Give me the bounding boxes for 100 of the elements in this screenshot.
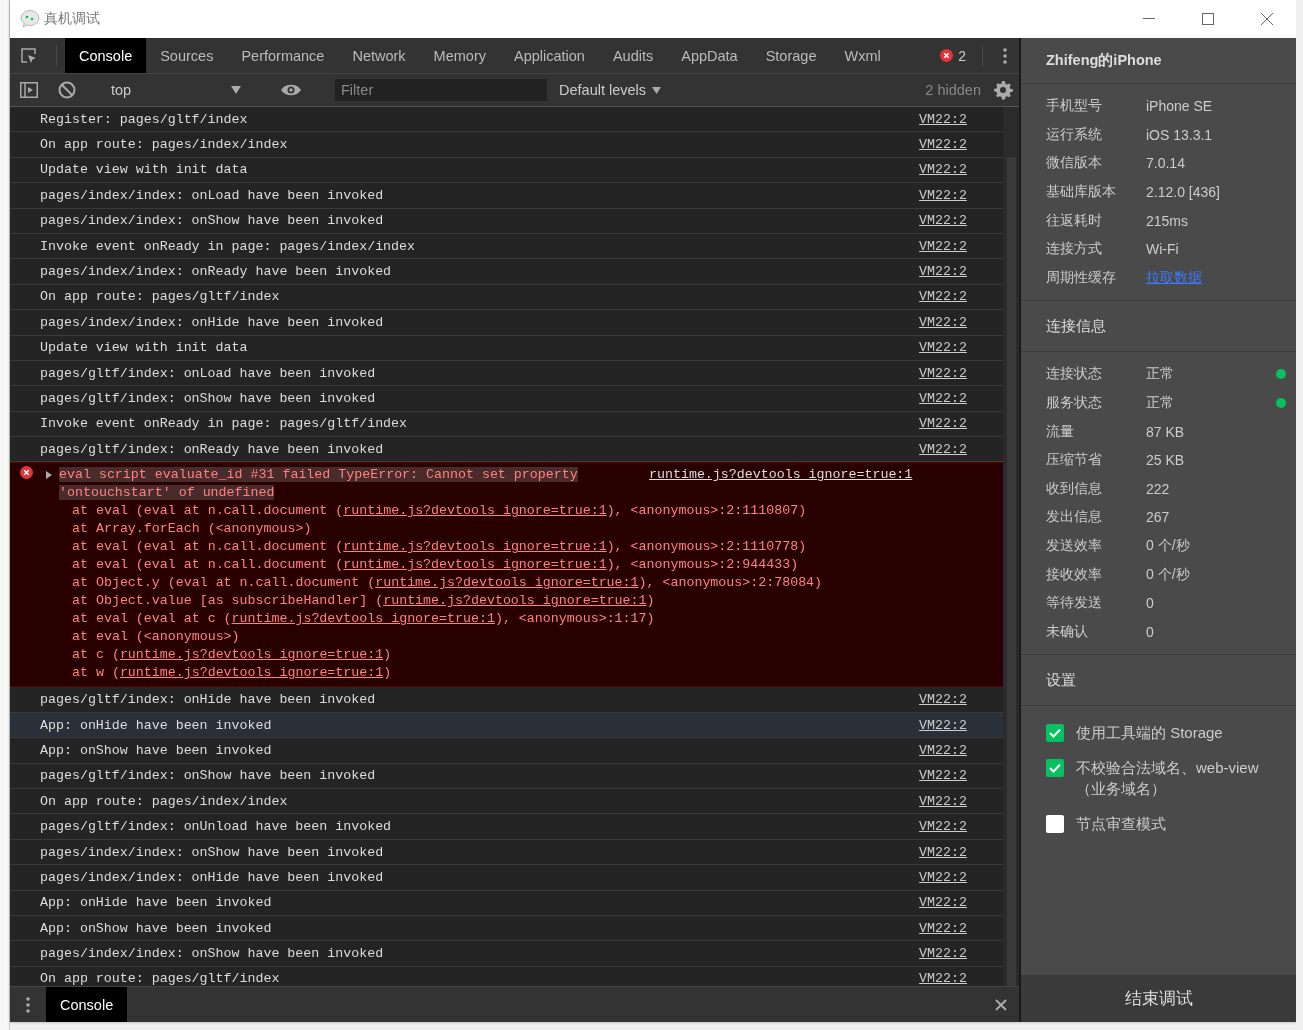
log-message: On app route: pages/gltf/index xyxy=(40,971,281,986)
source-link[interactable]: VM22:2 xyxy=(919,137,967,153)
source-link[interactable]: VM22:2 xyxy=(919,365,967,381)
info-value: 0 个/秒 xyxy=(1146,565,1191,584)
filter-field[interactable]: Filter xyxy=(335,79,547,101)
info-label: 发送效率 xyxy=(1046,537,1103,555)
info-value: Wi-Fi xyxy=(1146,241,1180,258)
source-link[interactable]: VM22:2 xyxy=(919,340,967,356)
checkbox[interactable] xyxy=(1046,815,1064,834)
devtools-tab[interactable]: Memory xyxy=(419,38,500,73)
error-icon xyxy=(20,466,33,480)
source-link[interactable]: runtime.js?devtools_ignore=true:1 xyxy=(649,466,913,485)
source-link[interactable]: VM22:2 xyxy=(919,869,967,885)
source-link[interactable]: runtime.js?devtools_ignore=true:1 xyxy=(231,611,495,627)
end-debug-button[interactable]: 结束调试 xyxy=(1021,975,1296,1022)
info-label: 压缩节省 xyxy=(1046,451,1103,470)
info-label: 连接状态 xyxy=(1046,365,1103,384)
devtools-tab[interactable]: Audits xyxy=(598,38,668,73)
source-link[interactable]: runtime.js?devtools_ignore=true:1 xyxy=(343,503,607,519)
source-link[interactable]: VM22:2 xyxy=(919,111,967,127)
source-link[interactable]: runtime.js?devtools_ignore=true:1 xyxy=(343,539,607,555)
log-message: pages/gltf/index: onShow have been invoked xyxy=(40,391,377,406)
source-link[interactable]: runtime.js?devtools_ignore=true:1 xyxy=(119,665,384,681)
dropdown-caret-icon[interactable] xyxy=(652,86,662,94)
source-link[interactable]: VM22:2 xyxy=(919,819,967,835)
info-value: 7.0.14 xyxy=(1146,155,1186,172)
source-link[interactable]: VM22:2 xyxy=(919,971,967,986)
hidden-count: 2 hidden xyxy=(924,82,982,98)
setting-label: 节点审查模式 xyxy=(1076,814,1166,835)
info-label: 接收效率 xyxy=(1046,565,1103,584)
info-value: iOS 13.3.1 xyxy=(1146,126,1214,143)
info-label: 运行系统 xyxy=(1046,125,1103,144)
source-link[interactable]: runtime.js?devtools_ignore=true:1 xyxy=(119,647,384,663)
source-link[interactable]: VM22:2 xyxy=(919,238,967,254)
stack-trace-line: at eval (<anonymous>) xyxy=(71,628,241,647)
expand-arrow-icon[interactable] xyxy=(45,470,53,481)
info-label: 流量 xyxy=(1046,422,1075,441)
maximize-icon[interactable] xyxy=(1201,13,1214,25)
source-link[interactable]: VM22:2 xyxy=(919,162,967,178)
close-icon[interactable] xyxy=(1260,13,1273,25)
source-link[interactable]: runtime.js?devtools_ignore=true:1 xyxy=(383,593,647,609)
devtools-tab[interactable]: Application xyxy=(500,38,599,73)
source-link[interactable]: VM22:2 xyxy=(919,213,967,229)
error-count: 2 xyxy=(958,47,966,64)
devtools-tab[interactable]: Network xyxy=(338,38,420,73)
source-link[interactable]: VM22:2 xyxy=(919,187,967,203)
source-link[interactable]: VM22:2 xyxy=(919,895,967,911)
source-link[interactable]: VM22:2 xyxy=(919,742,967,758)
log-levels-dropdown[interactable]: Default levels xyxy=(553,81,668,99)
source-link[interactable]: VM22:2 xyxy=(919,289,967,305)
log-message: pages/gltf/index: onUnload have been invoked xyxy=(40,819,393,835)
source-link[interactable]: VM22:2 xyxy=(919,946,967,962)
stack-trace-line: at Object.y (eval at n.call.document (runtime.js?devtools_ignore=true:1), <anonymous>:2:78084) xyxy=(71,574,824,593)
devtools-tab[interactable]: AppData xyxy=(667,38,752,73)
log-message: Invoke event onReady in page: pages/gltf/index xyxy=(40,416,409,432)
source-link[interactable]: VM22:2 xyxy=(919,717,967,733)
log-message: On app route: pages/gltf/index xyxy=(40,289,281,305)
source-link[interactable]: VM22:2 xyxy=(919,793,967,809)
info-label: 往返耗时 xyxy=(1046,211,1103,230)
source-link[interactable]: VM22:2 xyxy=(919,692,967,708)
source-link[interactable]: VM22:2 xyxy=(919,768,967,784)
source-link[interactable]: VM22:2 xyxy=(919,844,967,860)
info-value: 25 KB xyxy=(1146,452,1186,469)
log-message: Register: pages/gltf/index xyxy=(40,111,249,127)
source-link[interactable]: VM22:2 xyxy=(919,314,967,330)
dropdown-caret-icon[interactable] xyxy=(231,86,241,94)
drawer-tab[interactable]: Console xyxy=(46,987,128,1022)
devtools-tab[interactable]: Console xyxy=(65,38,147,73)
log-message: On app route: pages/index/index xyxy=(40,793,289,809)
info-label: 微信版本 xyxy=(1046,154,1103,173)
devtools-tab[interactable]: Storage xyxy=(751,38,831,73)
context-select[interactable]: top xyxy=(103,82,253,98)
info-value: 222 xyxy=(1146,480,1171,497)
info-label: 等待发送 xyxy=(1046,594,1103,613)
devtools-tab[interactable]: Wxml xyxy=(830,38,895,73)
stack-trace-line: at w (runtime.js?devtools_ignore=true:1) xyxy=(71,664,393,683)
log-message: pages/gltf/index: onReady have been invoked xyxy=(40,441,385,457)
info-value: 0 个/秒 xyxy=(1146,537,1191,555)
devtools-tab[interactable]: Sources xyxy=(146,38,228,73)
checkbox[interactable] xyxy=(1046,724,1064,743)
log-message: Update view with init data xyxy=(40,340,249,356)
info-value: iPhone SE xyxy=(1146,98,1214,115)
source-link[interactable]: runtime.js?devtools_ignore=true:1 xyxy=(343,557,607,573)
stack-trace-line: at eval (eval at n.call.document (runtime.js?devtools_ignore=true:1), <anonymous>:2:1110778) xyxy=(71,538,808,557)
devtools-tab[interactable]: Performance xyxy=(227,38,339,73)
info-value: 267 xyxy=(1146,509,1171,526)
log-message: pages/index/index: onShow have been invoked xyxy=(40,844,385,860)
checkbox[interactable] xyxy=(1046,759,1064,778)
stack-trace-line: at Object.value [as subscribeHandler] (runtime.js?devtools_ignore=true:1) xyxy=(71,592,656,611)
log-message: pages/index/index: onHide have been invoked xyxy=(40,314,385,330)
info-label: 周期性缓存 xyxy=(1046,268,1117,287)
source-link[interactable]: VM22:2 xyxy=(919,441,967,457)
source-link[interactable]: VM22:2 xyxy=(919,416,967,432)
stack-trace-line: at eval (eval at n.call.document (runtime.js?devtools_ignore=true:1), <anonymous>:2:1110807) xyxy=(71,502,808,521)
source-link[interactable]: VM22:2 xyxy=(919,920,967,936)
minimize-icon[interactable] xyxy=(1142,18,1155,20)
source-link[interactable]: VM22:2 xyxy=(919,391,967,406)
source-link[interactable]: VM22:2 xyxy=(919,264,967,280)
info-label: 服务状态 xyxy=(1046,394,1103,413)
source-link[interactable]: runtime.js?devtools_ignore=true:1 xyxy=(375,575,639,591)
